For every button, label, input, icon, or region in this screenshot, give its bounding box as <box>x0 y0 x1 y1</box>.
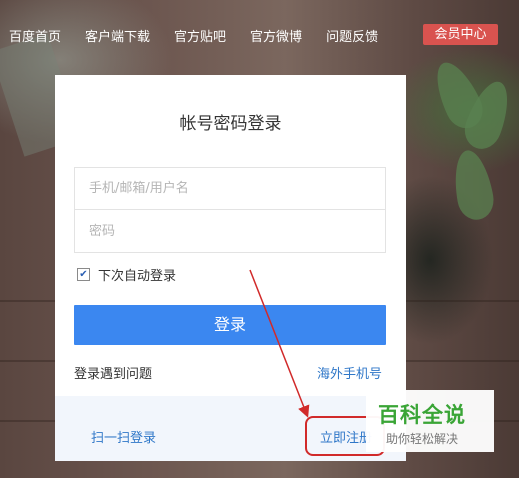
register-link[interactable]: 立即注册 <box>320 427 372 446</box>
login-panel: 帐号密码登录 ✔ 下次自动登录 登录 登录遇到问题 海外手机号 扫一扫登录 立即… <box>55 75 406 461</box>
nav-feedback-link[interactable]: 问题反馈 <box>326 26 378 45</box>
watermark-logo: 百科全说 助你轻松解决 <box>366 390 494 452</box>
password-field <box>74 210 386 253</box>
remember-checkbox[interactable]: ✔ <box>77 268 90 281</box>
nav-official-weibo-link[interactable]: 官方微博 <box>250 26 302 45</box>
login-title: 帐号密码登录 <box>179 114 282 134</box>
watermark-title: 百科全说 <box>378 403 466 427</box>
nav-home-link[interactable]: 百度首页 <box>9 26 61 45</box>
nav-official-tieba-link[interactable]: 官方贴吧 <box>174 26 226 45</box>
watermark-subtitle: 助你轻松解决 <box>386 432 459 446</box>
password-input[interactable] <box>75 210 385 252</box>
scan-login-link[interactable]: 扫一扫登录 <box>91 427 156 446</box>
remember-label: 下次自动登录 <box>98 269 177 284</box>
vip-center-button[interactable]: 会员中心 <box>423 24 498 45</box>
panel-footer: 扫一扫登录 立即注册 <box>55 396 406 461</box>
username-field <box>74 167 386 210</box>
username-input[interactable] <box>75 168 385 209</box>
remember-login-option[interactable]: ✔ 下次自动登录 <box>77 265 176 284</box>
login-button[interactable]: 登录 <box>74 305 386 345</box>
overseas-phone-link[interactable]: 海外手机号 <box>317 363 382 382</box>
login-trouble-link[interactable]: 登录遇到问题 <box>74 363 152 382</box>
nav-client-download-link[interactable]: 客户端下载 <box>85 26 150 45</box>
